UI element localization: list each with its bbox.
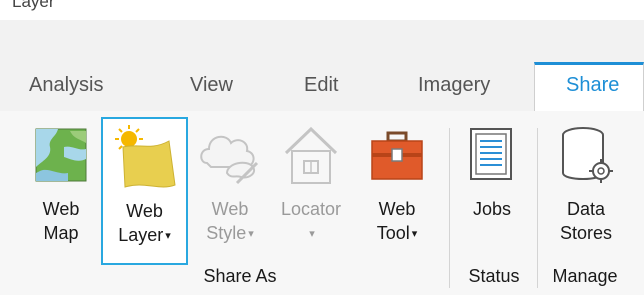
jobs-label: Jobs <box>472 199 512 219</box>
web-map-button[interactable]: Web Map <box>28 117 94 265</box>
web-tool-label: Web Tool ▾ <box>376 199 418 243</box>
jobs-button[interactable]: Jobs <box>456 117 528 265</box>
dropdown-arrow-icon: ▾ <box>309 228 315 241</box>
top-strip: Layer <box>0 0 644 20</box>
tab-share[interactable]: Share <box>566 74 619 97</box>
web-tool-button[interactable]: Web Tool ▾ <box>360 117 434 265</box>
data-stores-icon <box>548 117 624 187</box>
cropped-heading-fragment: Layer <box>12 0 55 11</box>
web-tool-icon <box>360 117 434 187</box>
web-map-icon <box>28 117 94 187</box>
web-style-label: Web Style ▾ <box>206 199 254 243</box>
dropdown-arrow-icon: ▾ <box>248 228 254 241</box>
web-map-label: Web Map <box>42 199 80 243</box>
data-stores-label: Data Stores <box>559 199 613 243</box>
jobs-icon <box>456 117 528 187</box>
group-label-manage: Manage <box>552 266 618 286</box>
web-layer-button[interactable]: Web Layer ▾ <box>101 117 188 265</box>
locator-button[interactable]: Locator ▾ <box>270 117 352 265</box>
header-area <box>0 20 644 62</box>
tab-view[interactable]: View <box>190 74 233 97</box>
locator-icon <box>270 117 352 187</box>
data-stores-button[interactable]: Data Stores <box>548 117 624 265</box>
tab-imagery[interactable]: Imagery <box>418 74 490 97</box>
group-label-status: Status <box>468 266 520 286</box>
group-label-share-as: Share As <box>203 266 277 286</box>
tab-edit[interactable]: Edit <box>304 74 338 97</box>
web-style-icon <box>194 117 266 187</box>
tab-analysis[interactable]: Analysis <box>29 74 103 97</box>
locator-label: Locator ▾ <box>280 199 342 241</box>
group-separator <box>537 128 538 288</box>
group-separator <box>449 128 450 288</box>
web-layer-label: Web Layer ▾ <box>118 201 171 245</box>
web-layer-icon <box>103 119 186 189</box>
ribbon-tab-bar: Analysis View Edit Imagery Share <box>0 62 644 174</box>
dropdown-arrow-icon: ▾ <box>165 230 171 243</box>
dropdown-arrow-icon: ▾ <box>411 228 418 241</box>
web-style-button[interactable]: Web Style ▾ <box>194 117 266 265</box>
